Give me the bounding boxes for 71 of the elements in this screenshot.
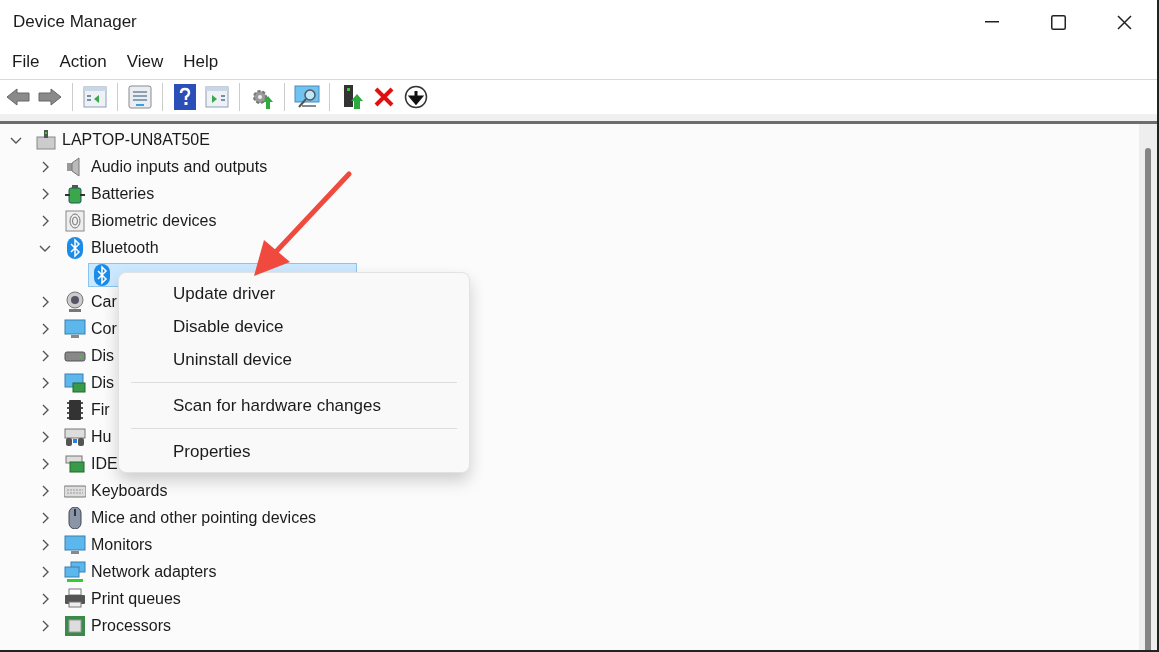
tree-item[interactable]: LAPTOP-UN8AT50E xyxy=(34,127,211,152)
scrollbar-thumb[interactable] xyxy=(1145,148,1151,650)
tree-item-label: Cor xyxy=(91,318,117,339)
minimize-icon xyxy=(985,21,999,23)
tree-item[interactable]: Processors xyxy=(63,613,173,638)
scrollbar[interactable] xyxy=(1139,124,1157,650)
tree-item-label: Mice and other pointing devices xyxy=(91,507,317,528)
tree-item-label: Print queues xyxy=(91,588,181,609)
window-title: Device Manager xyxy=(13,11,137,34)
tree-item[interactable]: Print queues xyxy=(63,586,182,611)
tree-item[interactable]: Cor xyxy=(63,316,118,341)
tree-item[interactable]: Mice and other pointing devices xyxy=(63,505,318,530)
tree-item-label: Dis xyxy=(91,345,115,366)
controller-card-icon xyxy=(64,452,86,475)
tree-item-label: IDE xyxy=(91,453,118,474)
tree-item-label: Processors xyxy=(91,615,172,636)
tree-item[interactable]: Fir xyxy=(63,397,111,422)
bluetooth-icon xyxy=(64,236,86,259)
tree-item[interactable]: Biometric devices xyxy=(63,208,218,233)
fingerprint-icon xyxy=(64,209,86,232)
chip-icon xyxy=(64,398,86,421)
tree-item[interactable]: Bluetooth xyxy=(63,235,160,260)
battery-icon xyxy=(64,182,86,205)
printer-icon xyxy=(64,587,86,610)
network-icon xyxy=(64,560,86,583)
tree-item-label: Fir xyxy=(91,399,110,420)
properties-sheet-icon[interactable] xyxy=(126,83,154,111)
tree-item[interactable]: Network adapters xyxy=(63,559,218,584)
tree-item-label: Biometric devices xyxy=(91,210,217,231)
context-menu-item[interactable]: Update driver xyxy=(123,277,465,310)
help-icon[interactable] xyxy=(171,83,199,111)
tree-item-label: Monitors xyxy=(91,534,153,555)
monitor-icon xyxy=(64,317,86,340)
bluetooth-icon xyxy=(91,263,113,286)
tree-item[interactable]: Keyboards xyxy=(63,478,169,503)
tree-item[interactable]: Dis xyxy=(63,343,116,368)
menu-item[interactable]: Help xyxy=(173,46,229,77)
tree-item-label: Audio inputs and outputs xyxy=(91,156,268,177)
window-panel-icon[interactable] xyxy=(81,83,109,111)
window-panel-icon[interactable] xyxy=(203,83,231,111)
context-menu-item[interactable]: Uninstall device xyxy=(123,343,465,376)
tree-item-label: LAPTOP-UN8AT50E xyxy=(62,129,210,150)
tree-item-label: Batteries xyxy=(91,183,155,204)
display-card-icon xyxy=(64,371,86,394)
tree-item[interactable]: Audio inputs and outputs xyxy=(63,154,269,179)
tree-item-label: Car xyxy=(91,291,117,312)
processor-icon xyxy=(64,614,86,637)
tree-item-label: Hu xyxy=(91,426,112,447)
maximize-icon xyxy=(1050,14,1066,30)
context-menu-item[interactable]: Scan for hardware changes xyxy=(123,389,465,422)
tree-item[interactable]: IDE xyxy=(63,451,119,476)
tree-item[interactable]: Hu xyxy=(63,424,113,449)
close-icon xyxy=(1116,14,1132,30)
webcam-icon xyxy=(64,290,86,313)
tree-item-label: Network adapters xyxy=(91,561,217,582)
tree-item[interactable]: Dis xyxy=(63,370,116,395)
computer-icon xyxy=(35,128,57,151)
tree-item-label: Bluetooth xyxy=(91,237,159,258)
tree-item[interactable]: Car xyxy=(63,289,118,314)
gamepad-keyboard-icon xyxy=(64,425,86,448)
menu-item[interactable]: Action xyxy=(49,46,117,77)
tree-item-label: Keyboards xyxy=(91,480,168,501)
tree-item[interactable]: Batteries xyxy=(63,181,156,206)
context-menu-item[interactable]: Properties xyxy=(123,435,465,468)
tree-item[interactable]: Monitors xyxy=(63,532,154,557)
context-menu-item[interactable]: Disable device xyxy=(123,310,465,343)
menu-item[interactable]: File xyxy=(2,46,50,77)
monitor-icon xyxy=(64,533,86,556)
menu-item[interactable]: View xyxy=(116,46,174,77)
tree-item-label: Dis xyxy=(91,372,115,393)
download-circle-icon[interactable] xyxy=(402,83,430,111)
